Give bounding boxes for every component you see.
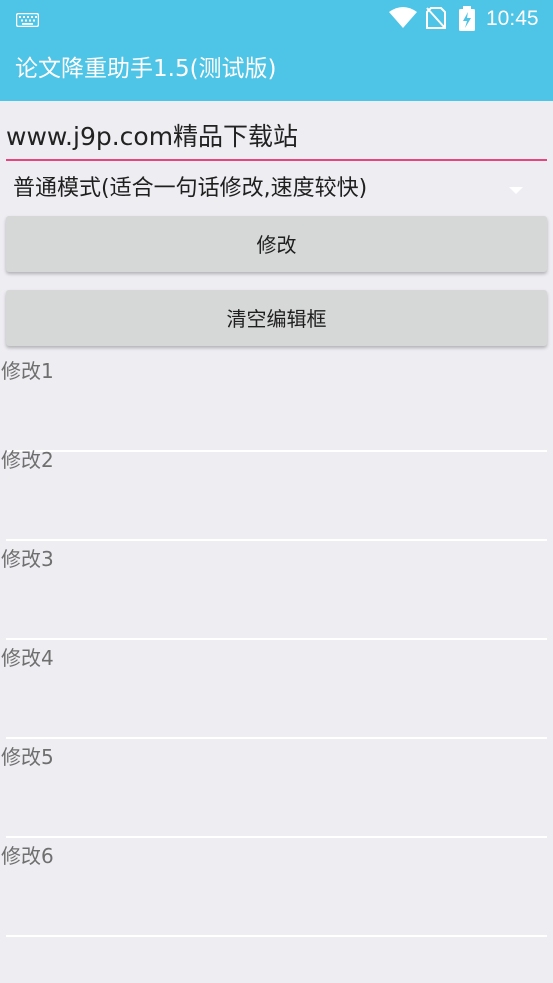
result-field-3[interactable]: 修改3	[0, 542, 553, 640]
result-field-5[interactable]: 修改5	[0, 740, 553, 838]
result-label-5: 修改5	[1, 745, 54, 769]
mode-select[interactable]: 普通模式(适合一句话修改,速度较快)	[6, 168, 547, 212]
text-input[interactable]	[6, 115, 547, 161]
status-time: 10:45	[486, 7, 539, 30]
mode-select-label: 普通模式(适合一句话修改,速度较快)	[13, 176, 368, 201]
result-field-1[interactable]: 修改1	[0, 354, 553, 452]
result-underline-3	[6, 638, 547, 640]
battery-charging-icon	[458, 6, 476, 36]
no-sim-icon	[426, 7, 446, 33]
result-label-1: 修改1	[1, 359, 54, 383]
clear-button[interactable]: 清空编辑框	[6, 290, 547, 346]
result-label-6: 修改6	[1, 844, 54, 868]
app-title: 论文降重助手1.5(测试版)	[15, 56, 277, 82]
result-underline-6	[6, 935, 547, 937]
result-label-4: 修改4	[1, 646, 54, 670]
result-label-3: 修改3	[1, 547, 54, 571]
result-field-2[interactable]: 修改2	[0, 443, 553, 541]
keyboard-icon	[15, 12, 40, 31]
result-underline-4	[6, 737, 547, 739]
dropdown-arrow-icon	[509, 187, 523, 194]
modify-button[interactable]: 修改	[6, 216, 547, 272]
result-underline-2	[6, 539, 547, 541]
result-field-6[interactable]: 修改6	[0, 839, 553, 937]
app-bar: 论文降重助手1.5(测试版)	[0, 38, 553, 101]
result-label-2: 修改2	[1, 448, 54, 472]
result-field-4[interactable]: 修改4	[0, 641, 553, 739]
wifi-icon	[388, 6, 418, 34]
result-underline-5	[6, 836, 547, 838]
status-bar: 10:45	[0, 0, 553, 38]
